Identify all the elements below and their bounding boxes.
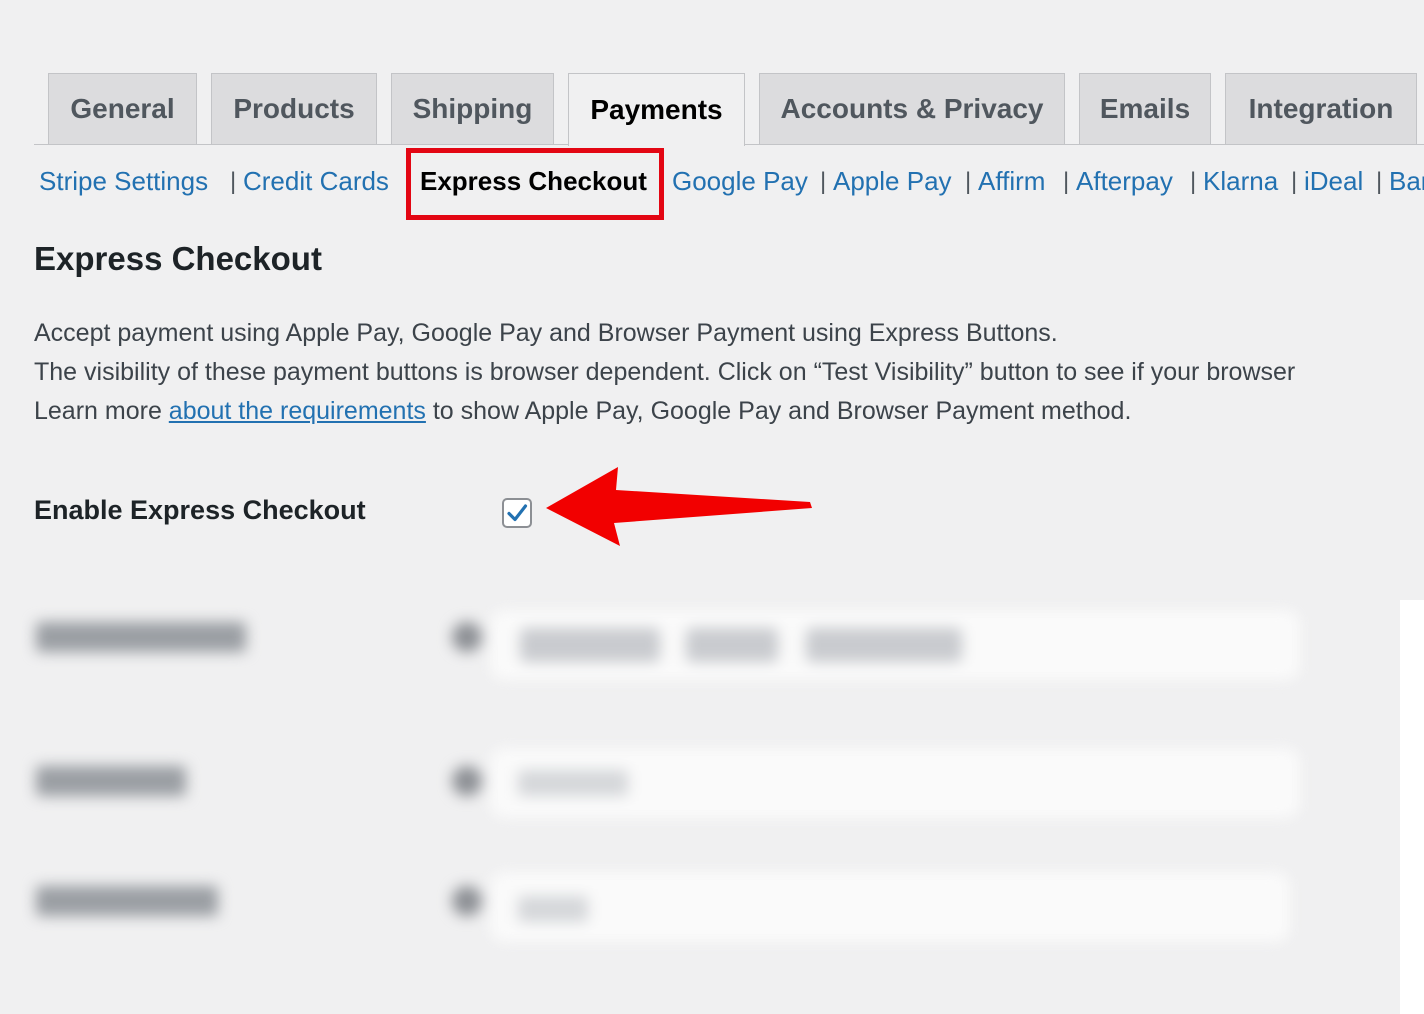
enable-express-checkout-label: Enable Express Checkout (34, 495, 366, 525)
help-icon (452, 766, 482, 796)
subnav-separator: | (965, 168, 972, 195)
subnav-affirm[interactable]: Affirm (978, 166, 1045, 197)
section-description: Accept payment using Apple Pay, Google P… (34, 314, 1295, 431)
subnav-separator: | (1190, 168, 1197, 195)
tab-integration[interactable]: Integration (1225, 73, 1417, 144)
enable-express-checkout-checkbox[interactable] (502, 498, 532, 528)
blurred-label (36, 766, 186, 796)
blurred-label (36, 622, 246, 652)
subnav-separator: | (230, 168, 237, 195)
section-title: Express Checkout (34, 240, 322, 277)
subnav-separator: | (1063, 168, 1070, 195)
subnav-bancontact[interactable]: Ban (1389, 166, 1424, 197)
blurred-chip (520, 628, 660, 662)
tab-accounts-privacy[interactable]: Accounts & Privacy (759, 73, 1065, 144)
help-icon (452, 886, 482, 916)
description-line-1: Accept payment using Apple Pay, Google P… (34, 319, 1058, 347)
tab-general[interactable]: General (48, 73, 197, 144)
tab-payments[interactable]: Payments (568, 73, 745, 146)
subnav-stripe-settings[interactable]: Stripe Settings (39, 166, 208, 197)
subnav-credit-cards[interactable]: Credit Cards (243, 166, 389, 197)
help-icon (452, 622, 482, 652)
subnav-separator: | (1376, 168, 1383, 195)
description-line-2: The visibility of these payment buttons … (34, 358, 1296, 386)
settings-tabs: General Products Shipping Payments Accou… (0, 0, 1424, 146)
subnav-apple-pay[interactable]: Apple Pay (833, 166, 952, 197)
description-line-3: Learn more about the requirements to sho… (34, 392, 1295, 431)
blurred-chip (806, 628, 962, 662)
requirements-link[interactable]: about the requirements (169, 397, 426, 425)
subnav-separator: | (820, 168, 827, 195)
blurred-input-field (490, 872, 1290, 942)
payment-subnav: Stripe Settings | Credit Cards Express C… (0, 164, 1424, 204)
blurred-placeholder (518, 896, 588, 922)
blurred-placeholder (518, 770, 628, 796)
subnav-klarna[interactable]: Klarna (1203, 166, 1278, 197)
right-edge-panel (1400, 600, 1424, 1014)
checkmark-icon (507, 504, 528, 522)
subnav-google-pay[interactable]: Google Pay (672, 166, 808, 197)
subnav-afterpay[interactable]: Afterpay (1076, 166, 1173, 197)
subnav-separator: | (1291, 168, 1298, 195)
description-text: to show Apple Pay, Google Pay and Browse… (425, 397, 1132, 425)
blurred-settings (0, 580, 1400, 1014)
tab-emails[interactable]: Emails (1079, 73, 1211, 144)
subnav-ideal[interactable]: iDeal (1304, 166, 1363, 197)
blurred-chip (686, 628, 778, 662)
blurred-label (36, 886, 218, 916)
tab-products[interactable]: Products (211, 73, 377, 144)
highlight-box (406, 148, 664, 220)
tab-shipping[interactable]: Shipping (391, 73, 554, 144)
description-text: Learn more (34, 397, 169, 425)
red-arrow-icon (546, 467, 812, 546)
